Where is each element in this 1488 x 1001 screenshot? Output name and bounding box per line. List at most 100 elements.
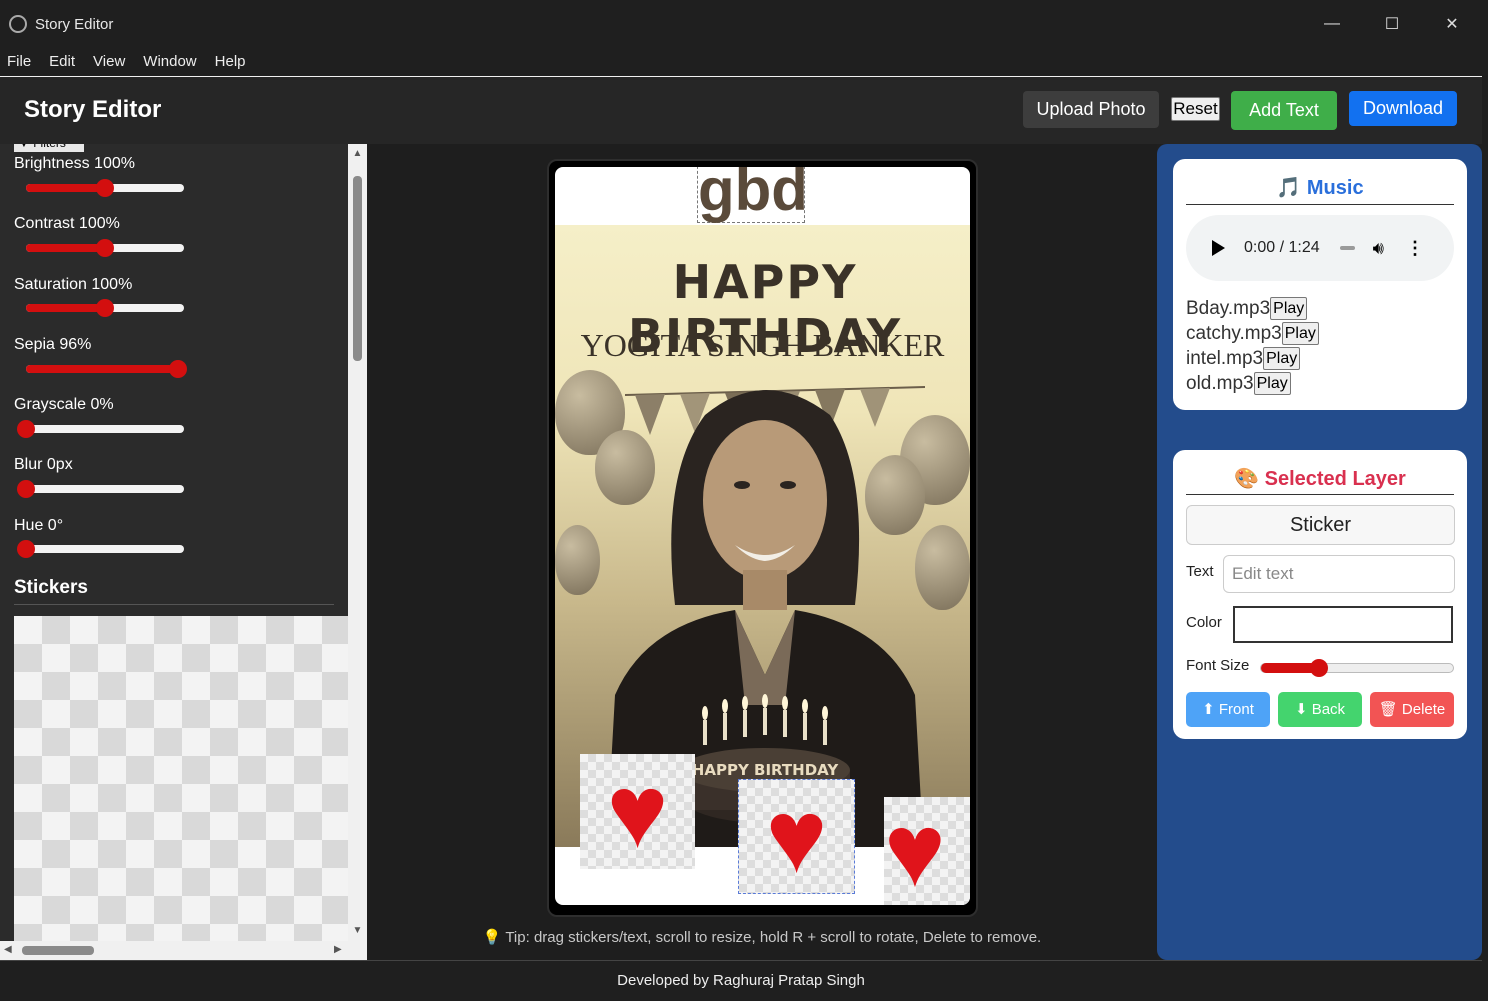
slider-fill (26, 304, 105, 312)
color-picker[interactable] (1233, 606, 1453, 643)
music-heading: 🎵 Music (1276, 177, 1364, 199)
blur-slider[interactable] (17, 480, 184, 498)
slider-knob[interactable] (96, 179, 114, 197)
upload-photo-button[interactable]: Upload Photo (1023, 91, 1159, 128)
slider-knob[interactable] (17, 420, 35, 438)
brightness-label: Brightness 100% (14, 155, 135, 172)
selected-layer-heading: 🎨 Selected Layer (1234, 468, 1406, 490)
scroll-up-arrow-icon[interactable]: ▲ (351, 148, 364, 160)
sepia-slider[interactable] (26, 360, 187, 378)
color-label: Color (1186, 614, 1222, 631)
sticker-thumbnail[interactable] (14, 616, 348, 946)
slider-knob[interactable] (1309, 659, 1328, 677)
contrast-slider[interactable] (26, 239, 184, 257)
slider-fill (26, 244, 105, 252)
filters-toggle[interactable]: ▼ Filters (14, 144, 84, 152)
play-track-button[interactable]: Play (1253, 372, 1291, 395)
stickers-heading: Stickers (14, 577, 88, 598)
list-item: Bday.mp3 Play (1186, 296, 1319, 321)
text-input[interactable]: Edit text (1223, 555, 1455, 593)
menu-help[interactable]: Help (215, 53, 246, 70)
sepia-label: Sepia 96% (14, 336, 92, 353)
cake-text: HAPPY BIRTHDAY (692, 761, 840, 779)
download-button[interactable]: Download (1349, 91, 1457, 126)
slider-knob[interactable] (168, 360, 187, 378)
track-name: catchy.mp3 (1186, 322, 1282, 344)
sidebar-vertical-scrollbar[interactable]: ▲ ▼ (348, 144, 367, 941)
heart-icon: ♥ (606, 753, 669, 870)
heart-icon: ♥ (765, 778, 828, 895)
music-divider (1186, 204, 1454, 205)
hue-label: Hue 0° (14, 517, 64, 534)
hue-slider[interactable] (17, 540, 184, 558)
scroll-right-arrow-icon[interactable]: ▶ (334, 944, 342, 955)
more-options-icon[interactable]: ⋮ (1406, 238, 1424, 259)
play-track-button[interactable]: Play (1270, 297, 1308, 320)
saturation-slider[interactable] (26, 299, 184, 317)
font-size-label: Font Size (1186, 657, 1250, 674)
delete-layer-button[interactable]: 🗑 Delete (1370, 692, 1454, 727)
brightness-slider[interactable] (26, 179, 184, 197)
slider-knob[interactable] (96, 299, 114, 317)
maximize-button[interactable]: ☐ (1362, 0, 1422, 48)
heart-icon: ♥ (884, 793, 946, 905)
slider-knob[interactable] (17, 480, 35, 498)
app-icon (9, 15, 27, 33)
reset-button[interactable]: Reset (1171, 97, 1220, 121)
grayscale-slider[interactable] (17, 420, 184, 438)
menu-bar: File Edit View Window Help (0, 48, 1482, 74)
list-item: old.mp3 Play (1186, 371, 1319, 396)
scroll-down-arrow-icon[interactable]: ▼ (351, 925, 364, 937)
menu-file[interactable]: File (7, 53, 31, 70)
list-item: catchy.mp3 Play (1186, 321, 1319, 346)
text-layer-gbd[interactable]: gbd (697, 167, 808, 223)
contrast-label: Contrast 100% (14, 215, 120, 232)
bring-front-button[interactable]: ⬆ Front (1186, 692, 1270, 727)
slider-knob[interactable] (96, 239, 114, 257)
scroll-thumb[interactable] (353, 176, 362, 361)
audio-progress[interactable] (1339, 246, 1355, 250)
heart-sticker[interactable]: ♥ (580, 754, 695, 869)
scroll-thumb[interactable] (22, 946, 94, 955)
heart-sticker-selected[interactable]: ♥ (738, 779, 855, 894)
minimize-button[interactable]: — (1302, 0, 1362, 48)
font-size-slider[interactable] (1260, 659, 1454, 677)
track-list: Bday.mp3 Play catchy.mp3 Play intel.mp3 Pla… (1186, 296, 1319, 396)
story-canvas[interactable]: HAPPY BIRTHDAY YOGITA SINGH BANKER HAPPY… (555, 167, 970, 905)
window-title: Story Editor (35, 15, 114, 33)
menu-edit[interactable]: Edit (49, 53, 75, 70)
canvas-tip: 💡 Tip: drag stickers/text, scroll to res… (482, 929, 1042, 946)
add-text-button[interactable]: Add Text (1231, 91, 1337, 130)
list-item: intel.mp3 Play (1186, 346, 1319, 371)
track-name: Bday.mp3 (1186, 297, 1271, 319)
stickers-divider (14, 604, 334, 605)
page-title: Story Editor (24, 96, 162, 123)
slider-knob[interactable] (17, 540, 35, 558)
slider-fill (26, 365, 178, 373)
audio-player[interactable]: 0:00 / 1:24 🔊︎ ⋮ (1186, 215, 1454, 281)
heart-sticker[interactable]: ♥ (884, 797, 970, 905)
track-name: old.mp3 (1186, 372, 1254, 394)
window-controls: — ☐ ✕ (1302, 0, 1482, 48)
audio-time: 0:00 / 1:24 (1244, 239, 1320, 256)
sidebar-horizontal-scrollbar[interactable]: ◀ ▶ (0, 941, 348, 960)
volume-icon[interactable]: 🔊︎ (1373, 238, 1384, 259)
play-track-button[interactable]: Play (1281, 322, 1319, 345)
selected-layer-card: 🎨 Selected Layer Sticker Text Edit text … (1173, 450, 1467, 739)
music-card: 🎵 Music 0:00 / 1:24 🔊︎ ⋮ Bday.mp3 Play ca… (1173, 159, 1467, 410)
play-icon[interactable] (1212, 240, 1225, 256)
layer-type-button[interactable]: Sticker (1186, 505, 1455, 545)
menu-window[interactable]: Window (143, 53, 196, 70)
scroll-corner (348, 941, 367, 960)
text-label: Text (1186, 563, 1214, 580)
saturation-label: Saturation 100% (14, 276, 133, 293)
send-back-button[interactable]: ⬇ Back (1278, 692, 1362, 727)
scroll-left-arrow-icon[interactable]: ◀ (4, 944, 12, 955)
track-name: intel.mp3 (1186, 347, 1264, 369)
filters-sidebar: ▼ Filters Brightness 100% Contrast 100% … (0, 144, 348, 960)
close-button[interactable]: ✕ (1422, 0, 1482, 48)
menu-view[interactable]: View (93, 53, 125, 70)
footer-credit: Developed by Raghuraj Pratap Singh (0, 960, 1482, 991)
grayscale-label: Grayscale 0% (14, 396, 114, 413)
play-track-button[interactable]: Play (1263, 347, 1301, 370)
